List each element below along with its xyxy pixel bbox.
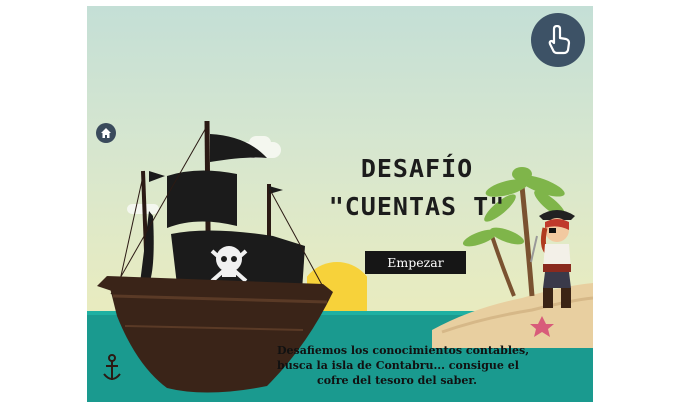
- description-line: cofre del tesoro del saber.: [317, 374, 477, 387]
- pirate-character: [530, 210, 575, 308]
- hand-pointer-icon: [548, 25, 571, 55]
- game-scene: DESAFÍO "CUENTAS T" Empezar Desafiemos l…: [87, 6, 593, 402]
- home-button[interactable]: [96, 123, 116, 143]
- description-line: busca la isla de Contabru... consigue el: [277, 359, 519, 372]
- game-title-line2: "CUENTAS T": [328, 192, 506, 221]
- game-description: Desafiemos los conocimientos contables, …: [277, 343, 530, 388]
- game-title-line1: DESAFÍO: [360, 154, 474, 183]
- description-line: Desafiemos los conocimientos contables,: [277, 344, 530, 357]
- start-button[interactable]: Empezar: [365, 251, 466, 274]
- home-icon: [101, 128, 111, 138]
- anchor-icon: [103, 354, 121, 380]
- touch-control-button[interactable]: [531, 13, 585, 67]
